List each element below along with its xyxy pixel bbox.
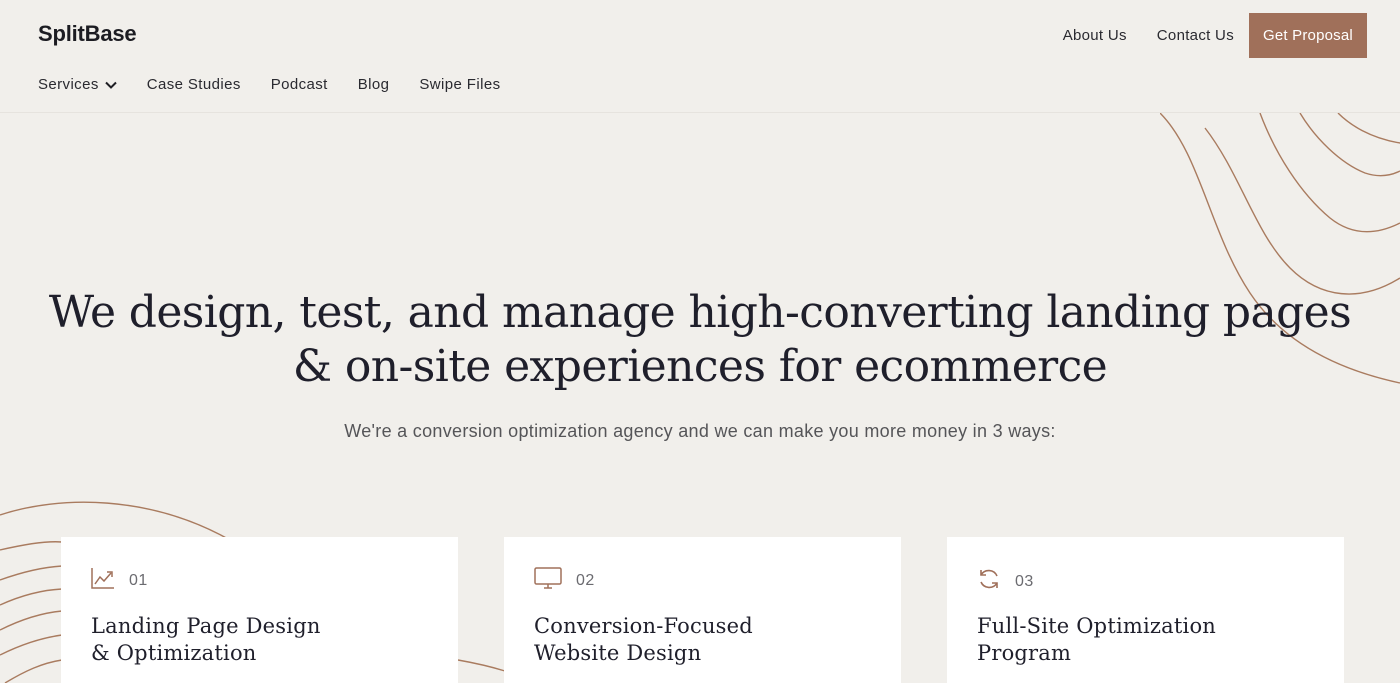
service-title: Landing Page Design & Optimization xyxy=(91,613,421,667)
hero-headline-line-2: & on-site experiences for ecommerce xyxy=(292,341,1108,392)
nav-item-services[interactable]: Services xyxy=(38,76,117,93)
nav-item-blog[interactable]: Blog xyxy=(358,76,390,93)
service-card-landing-page[interactable]: 01 Landing Page Design & Optimization xyxy=(61,537,458,683)
service-title: Full-Site Optimization Program xyxy=(977,613,1307,667)
chevron-down-icon xyxy=(105,81,117,89)
nav-item-case-studies[interactable]: Case Studies xyxy=(147,76,241,93)
hero-headline-line-1: We design, test, and manage high-convert… xyxy=(48,287,1352,338)
service-title-line: Landing Page Design xyxy=(91,614,321,638)
service-number: 02 xyxy=(576,571,595,589)
get-proposal-button[interactable]: Get Proposal xyxy=(1249,13,1367,58)
chart-growth-icon xyxy=(91,567,115,594)
monitor-icon xyxy=(534,567,562,594)
service-title-line: Program xyxy=(977,641,1072,665)
top-nav: About Us Contact Us Get Proposal xyxy=(1063,13,1367,58)
logo[interactable]: SplitBase xyxy=(38,21,137,47)
service-title: Conversion-Focused Website Design xyxy=(534,613,864,667)
service-card-website-design[interactable]: 02 Conversion-Focused Website Design xyxy=(504,537,901,683)
service-title-line: & Optimization xyxy=(91,641,257,665)
hero-headline: We design, test, and manage high-convert… xyxy=(0,286,1400,394)
contact-us-link[interactable]: Contact Us xyxy=(1157,27,1234,44)
refresh-icon xyxy=(977,567,1001,596)
service-title-line: Conversion-Focused xyxy=(534,614,753,638)
nav-item-swipe-files[interactable]: Swipe Files xyxy=(419,76,500,93)
service-number: 01 xyxy=(129,571,148,589)
service-number: 03 xyxy=(1015,572,1034,590)
nav-item-podcast[interactable]: Podcast xyxy=(271,76,328,93)
service-card-full-site[interactable]: 03 Full-Site Optimization Program xyxy=(947,537,1344,683)
service-number-row: 03 xyxy=(977,567,1034,596)
about-us-link[interactable]: About Us xyxy=(1063,27,1127,44)
service-number-row: 01 xyxy=(91,567,148,594)
site-header: SplitBase About Us Contact Us Get Propos… xyxy=(0,0,1400,113)
service-number-row: 02 xyxy=(534,567,595,594)
nav-item-label: Services xyxy=(38,76,99,93)
service-title-line: Full-Site Optimization xyxy=(977,614,1217,638)
main-nav: Services Case Studies Podcast Blog Swipe… xyxy=(38,76,530,93)
service-title-line: Website Design xyxy=(534,641,702,665)
hero-subheadline: We're a conversion optimization agency a… xyxy=(344,421,1056,441)
